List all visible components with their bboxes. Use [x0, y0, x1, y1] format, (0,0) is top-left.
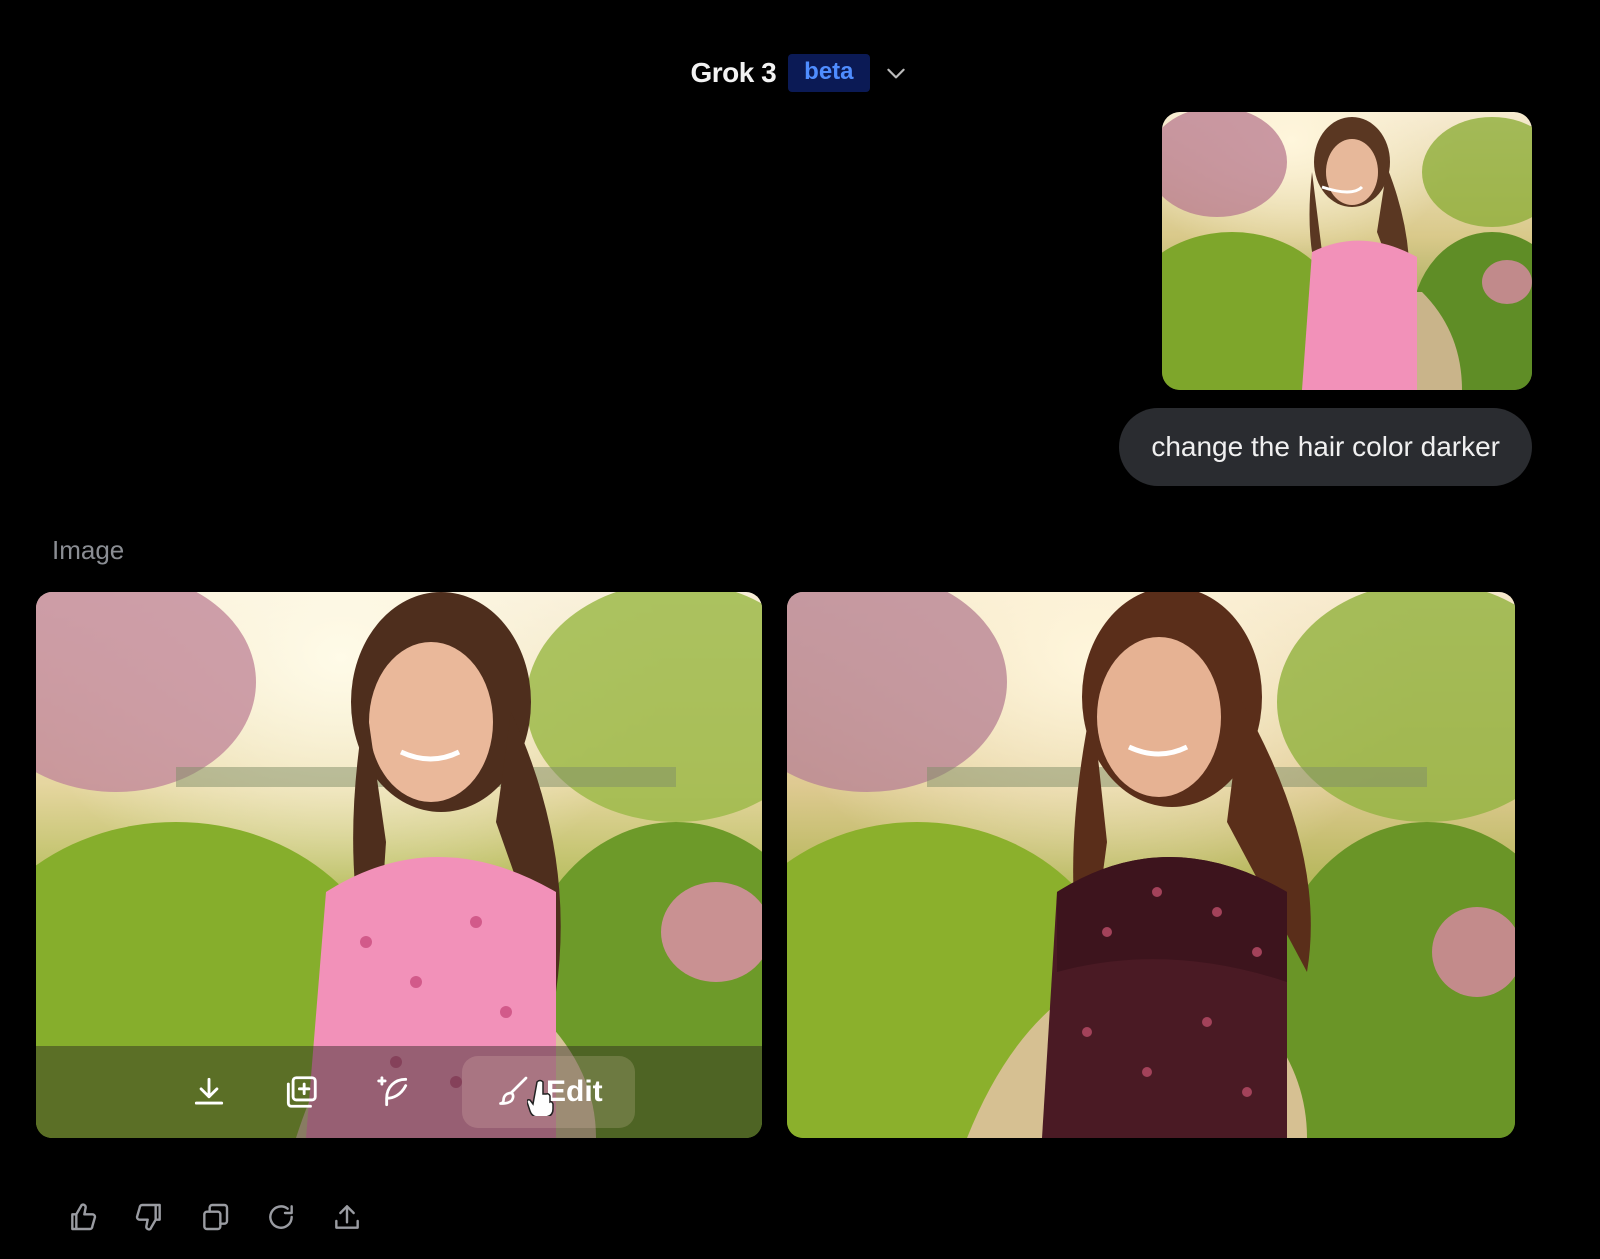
copy-icon[interactable]	[198, 1200, 232, 1234]
generated-image-2[interactable]	[787, 592, 1515, 1138]
photo-woman-dark-dress	[787, 592, 1515, 1138]
regenerate-icon[interactable]	[264, 1200, 298, 1234]
user-message: change the hair color darker	[1119, 408, 1532, 486]
user-attached-image[interactable]	[1162, 112, 1532, 390]
response-section-label: Image	[52, 535, 125, 565]
model-selector[interactable]: Grok 3 beta	[0, 50, 1600, 96]
download-icon[interactable]	[186, 1069, 232, 1115]
generated-image-1[interactable]: Edit	[36, 592, 762, 1138]
share-icon[interactable]	[330, 1200, 364, 1234]
response-actions	[66, 1200, 364, 1234]
hand-cursor-icon	[527, 1079, 554, 1116]
beta-badge: beta	[788, 54, 870, 92]
add-to-collection-icon[interactable]	[278, 1069, 324, 1115]
sparkle-feather-icon[interactable]	[370, 1069, 416, 1115]
thumbs-up-icon[interactable]	[66, 1200, 100, 1234]
photo-woman-garden	[1162, 112, 1532, 390]
chevron-down-icon[interactable]	[882, 59, 910, 87]
thumbs-down-icon[interactable]	[132, 1200, 166, 1234]
model-name: Grok 3	[690, 57, 777, 88]
image-action-toolbar: Edit	[36, 1046, 762, 1138]
